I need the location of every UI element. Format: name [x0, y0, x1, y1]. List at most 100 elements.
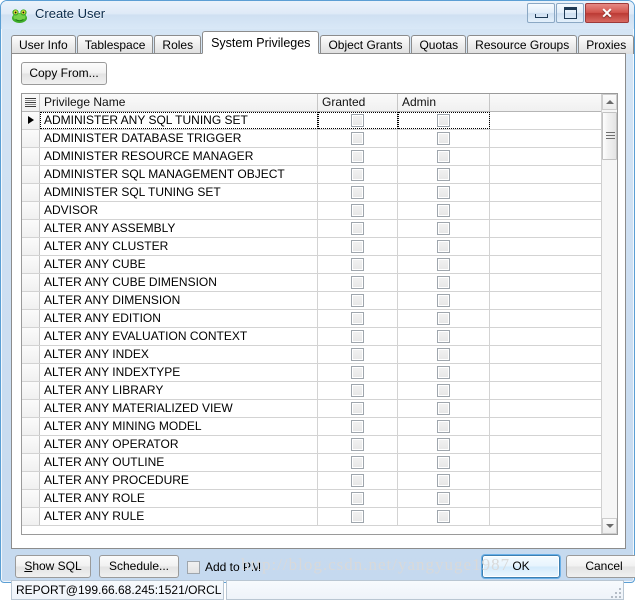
cell-admin-checkbox[interactable]	[398, 364, 490, 381]
scroll-up-button[interactable]	[602, 94, 617, 110]
cell-admin-checkbox[interactable]	[398, 184, 490, 201]
cell-privilege-name[interactable]: ALTER ANY ROLE	[40, 490, 318, 507]
cell-granted-checkbox[interactable]	[318, 292, 398, 309]
cell-privilege-name[interactable]: ALTER ANY EVALUATION CONTEXT	[40, 328, 318, 345]
cell-admin-checkbox[interactable]	[398, 436, 490, 453]
row-indicator[interactable]	[22, 364, 40, 381]
cell-admin-checkbox[interactable]	[398, 382, 490, 399]
cell-privilege-name[interactable]: ADMINISTER DATABASE TRIGGER	[40, 130, 318, 147]
cell-privilege-name[interactable]: ALTER ANY CUBE DIMENSION	[40, 274, 318, 291]
row-indicator[interactable]	[22, 310, 40, 327]
cell-admin-checkbox[interactable]	[398, 148, 490, 165]
grid-vertical-scrollbar[interactable]	[601, 94, 617, 534]
cell-granted-checkbox[interactable]	[318, 472, 398, 489]
grid-menu-corner[interactable]	[22, 94, 40, 111]
tab-proxies[interactable]: Proxies	[578, 35, 635, 54]
cell-privilege-name[interactable]: ALTER ANY OPERATOR	[40, 436, 318, 453]
copy-from-button[interactable]: Copy From...	[21, 62, 107, 85]
row-indicator[interactable]	[22, 490, 40, 507]
cell-granted-checkbox[interactable]	[318, 490, 398, 507]
row-indicator[interactable]	[22, 472, 40, 489]
table-row[interactable]: ALTER ANY CUBE DIMENSION	[22, 274, 617, 292]
cell-granted-checkbox[interactable]	[318, 148, 398, 165]
privileges-grid[interactable]: Privilege Name Granted Admin ADMINISTER …	[21, 93, 618, 535]
tab-resource-groups[interactable]: Resource Groups	[467, 35, 578, 54]
cell-granted-checkbox[interactable]	[318, 220, 398, 237]
restore-button[interactable]	[556, 3, 584, 23]
tab-tablespace[interactable]: Tablespace	[76, 35, 154, 54]
cell-privilege-name[interactable]: ALTER ANY INDEX	[40, 346, 318, 363]
cell-granted-checkbox[interactable]	[318, 202, 398, 219]
cell-privilege-name[interactable]: ALTER ANY RULE	[40, 508, 318, 525]
table-row[interactable]: ALTER ANY INDEXTYPE	[22, 364, 617, 382]
row-indicator[interactable]	[22, 148, 40, 165]
tab-object-grants[interactable]: Object Grants	[320, 35, 411, 54]
cell-privilege-name[interactable]: ALTER ANY INDEXTYPE	[40, 364, 318, 381]
table-row[interactable]: ALTER ANY OUTLINE	[22, 454, 617, 472]
cell-privilege-name[interactable]: ALTER ANY PROCEDURE	[40, 472, 318, 489]
row-indicator[interactable]	[22, 112, 40, 129]
row-indicator[interactable]	[22, 220, 40, 237]
cell-granted-checkbox[interactable]	[318, 508, 398, 525]
table-row[interactable]: ALTER ANY MINING MODEL	[22, 418, 617, 436]
table-row[interactable]: ADMINISTER RESOURCE MANAGER	[22, 148, 617, 166]
row-indicator[interactable]	[22, 454, 40, 471]
row-indicator[interactable]	[22, 328, 40, 345]
cell-granted-checkbox[interactable]	[318, 112, 398, 129]
row-indicator[interactable]	[22, 436, 40, 453]
cell-privilege-name[interactable]: ALTER ANY ASSEMBLY	[40, 220, 318, 237]
cell-privilege-name[interactable]: ADVISOR	[40, 202, 318, 219]
cell-granted-checkbox[interactable]	[318, 184, 398, 201]
cell-granted-checkbox[interactable]	[318, 400, 398, 417]
cell-admin-checkbox[interactable]	[398, 112, 490, 129]
table-row[interactable]: ALTER ANY MATERIALIZED VIEW	[22, 400, 617, 418]
cell-granted-checkbox[interactable]	[318, 130, 398, 147]
cell-granted-checkbox[interactable]	[318, 310, 398, 327]
table-row[interactable]: ALTER ANY ROLE	[22, 490, 617, 508]
cell-granted-checkbox[interactable]	[318, 238, 398, 255]
schedule-button[interactable]: Schedule...	[99, 555, 179, 578]
table-row[interactable]: ADVISOR	[22, 202, 617, 220]
cell-admin-checkbox[interactable]	[398, 130, 490, 147]
table-row[interactable]: ALTER ANY CUBE	[22, 256, 617, 274]
row-indicator[interactable]	[22, 400, 40, 417]
table-row[interactable]: ALTER ANY EVALUATION CONTEXT	[22, 328, 617, 346]
table-row[interactable]: ALTER ANY INDEX	[22, 346, 617, 364]
cell-privilege-name[interactable]: ALTER ANY OUTLINE	[40, 454, 318, 471]
row-indicator[interactable]	[22, 346, 40, 363]
cell-admin-checkbox[interactable]	[398, 418, 490, 435]
tab-system-privileges[interactable]: System Privileges	[202, 31, 320, 54]
ok-button[interactable]: OK	[482, 555, 560, 578]
cell-privilege-name[interactable]: ALTER ANY CUBE	[40, 256, 318, 273]
cell-admin-checkbox[interactable]	[398, 346, 490, 363]
tab-quotas[interactable]: Quotas	[411, 35, 467, 54]
table-row[interactable]: ALTER ANY DIMENSION	[22, 292, 617, 310]
cell-admin-checkbox[interactable]	[398, 490, 490, 507]
table-row[interactable]: ALTER ANY PROCEDURE	[22, 472, 617, 490]
cell-granted-checkbox[interactable]	[318, 166, 398, 183]
cell-admin-checkbox[interactable]	[398, 454, 490, 471]
cell-privilege-name[interactable]: ALTER ANY CLUSTER	[40, 238, 318, 255]
row-indicator[interactable]	[22, 382, 40, 399]
minimize-button[interactable]	[527, 3, 555, 23]
row-indicator[interactable]	[22, 508, 40, 525]
cell-admin-checkbox[interactable]	[398, 328, 490, 345]
table-row[interactable]: ALTER ANY ASSEMBLY	[22, 220, 617, 238]
cell-privilege-name[interactable]: ALTER ANY MATERIALIZED VIEW	[40, 400, 318, 417]
cell-granted-checkbox[interactable]	[318, 454, 398, 471]
cell-admin-checkbox[interactable]	[398, 472, 490, 489]
cell-admin-checkbox[interactable]	[398, 238, 490, 255]
cell-admin-checkbox[interactable]	[398, 274, 490, 291]
cell-privilege-name[interactable]: ADMINISTER RESOURCE MANAGER	[40, 148, 318, 165]
grid-body[interactable]: ADMINISTER ANY SQL TUNING SET ADMINISTER …	[22, 112, 617, 534]
cell-privilege-name[interactable]: ADMINISTER SQL TUNING SET	[40, 184, 318, 201]
cell-privilege-name[interactable]: ALTER ANY EDITION	[40, 310, 318, 327]
add-to-pm-checkbox[interactable]: Add to PM	[187, 560, 261, 574]
row-indicator[interactable]	[22, 256, 40, 273]
cell-granted-checkbox[interactable]	[318, 274, 398, 291]
table-row[interactable]: ADMINISTER SQL TUNING SET	[22, 184, 617, 202]
table-row[interactable]: ALTER ANY CLUSTER	[22, 238, 617, 256]
tab-roles[interactable]: Roles	[154, 35, 202, 54]
cell-granted-checkbox[interactable]	[318, 328, 398, 345]
cell-privilege-name[interactable]: ALTER ANY MINING MODEL	[40, 418, 318, 435]
